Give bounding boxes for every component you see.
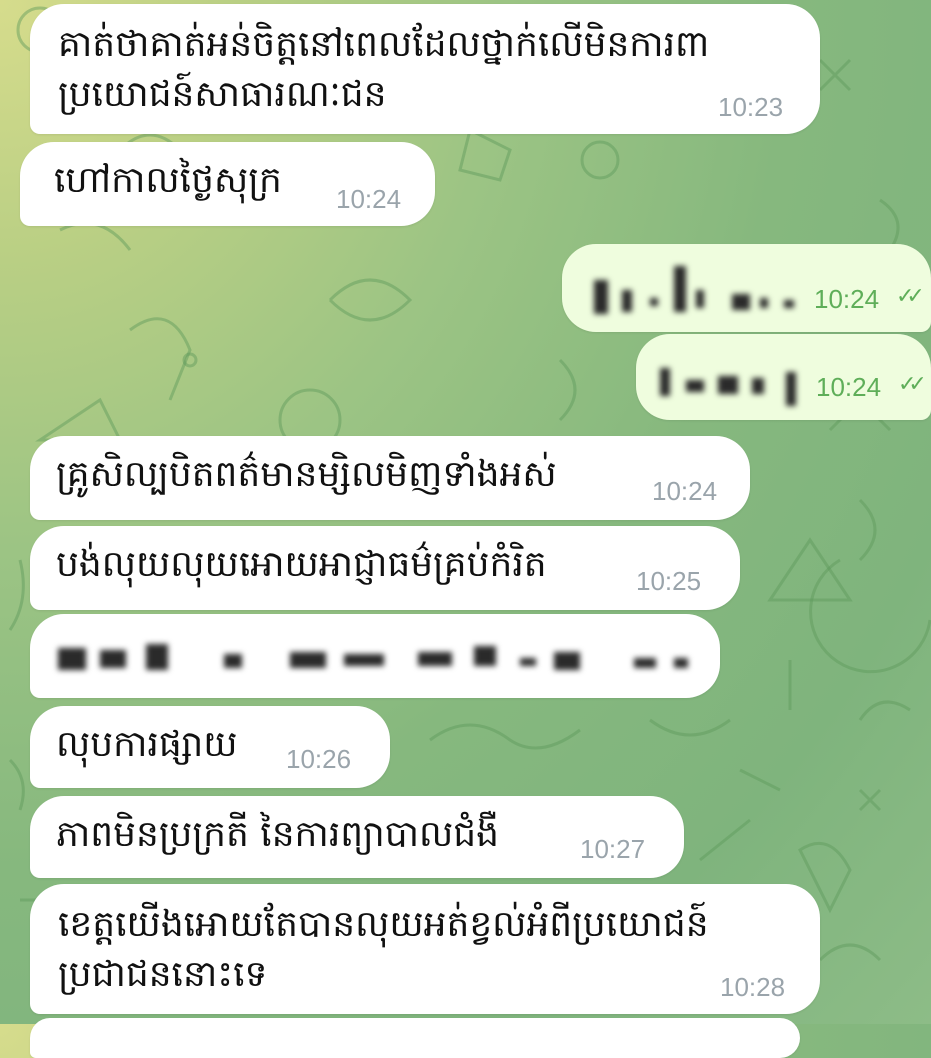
message-time: 10:24 <box>336 184 402 214</box>
message-bubble[interactable]: ខេត្តយើងអោយតែបានលុយអត់ខ្វល់អំពីប្រយោជន៍ … <box>30 884 820 1014</box>
message-bubble[interactable]: បង់លុយលុយអោយអាជ្ញាធម៌គ្រប់កំរិត 10:25 <box>30 526 740 610</box>
message-bubble-partial[interactable] <box>30 1018 800 1058</box>
message-time: 10:26 <box>286 744 352 774</box>
message-bubble-outgoing[interactable]: 10:24 ✓✓ <box>562 244 931 332</box>
message-time: 10:28 <box>720 972 786 1002</box>
message-bubble[interactable]: ភាពមិនប្រក្រតី នៃការព្យាបាលជំងឺ 10:27 <box>30 796 684 878</box>
message-time: 10:24 <box>652 476 718 506</box>
read-checkmarks-icon: ✓✓ <box>896 284 925 309</box>
message-bubble[interactable]: គាត់ថាគាត់អន់ចិត្តនៅពេលដែលថ្នាក់លើមិនការ… <box>30 4 820 134</box>
redacted-content <box>592 258 802 318</box>
message-time: 10:27 <box>580 834 646 864</box>
message-text: ខេត្តយើងអោយតែបានលុយអត់ខ្វល់អំពីប្រយោជន៍ … <box>58 904 709 995</box>
redacted-content <box>54 636 694 680</box>
message-bubble[interactable] <box>30 614 720 698</box>
message-text: ហៅកាលថ្ងៃសុក្រ <box>54 160 282 201</box>
message-time: 10:23 <box>718 92 784 122</box>
message-text: លុបការផ្សាយ <box>56 724 238 765</box>
message-time: 10:24 <box>816 372 882 402</box>
message-text: គាត់ថាគាត់អន់ចិត្តនៅពេលដែលថ្នាក់លើមិនការ… <box>58 24 710 115</box>
message-text: គ្រូសិល្បបិតពត៌មានម្សិលមិញទាំងអស់ <box>56 454 557 495</box>
message-bubble[interactable]: ហៅកាលថ្ងៃសុក្រ 10:24 <box>20 142 435 226</box>
message-text: បង់លុយលុយអោយអាជ្ញាធម៌គ្រប់កំរិត <box>56 544 547 585</box>
message-time: 10:25 <box>636 566 702 596</box>
redacted-content <box>656 354 806 410</box>
message-time: 10:24 <box>814 284 880 314</box>
message-bubble[interactable]: លុបការផ្សាយ 10:26 <box>30 706 390 788</box>
message-bubble-outgoing[interactable]: 10:24 ✓✓ <box>636 334 931 420</box>
message-bubble[interactable]: គ្រូសិល្បបិតពត៌មានម្សិលមិញទាំងអស់ 10:24 <box>30 436 750 520</box>
read-checkmarks-icon: ✓✓ <box>898 372 927 397</box>
message-text: ភាពមិនប្រក្រតី នៃការព្យាបាលជំងឺ <box>56 814 499 855</box>
